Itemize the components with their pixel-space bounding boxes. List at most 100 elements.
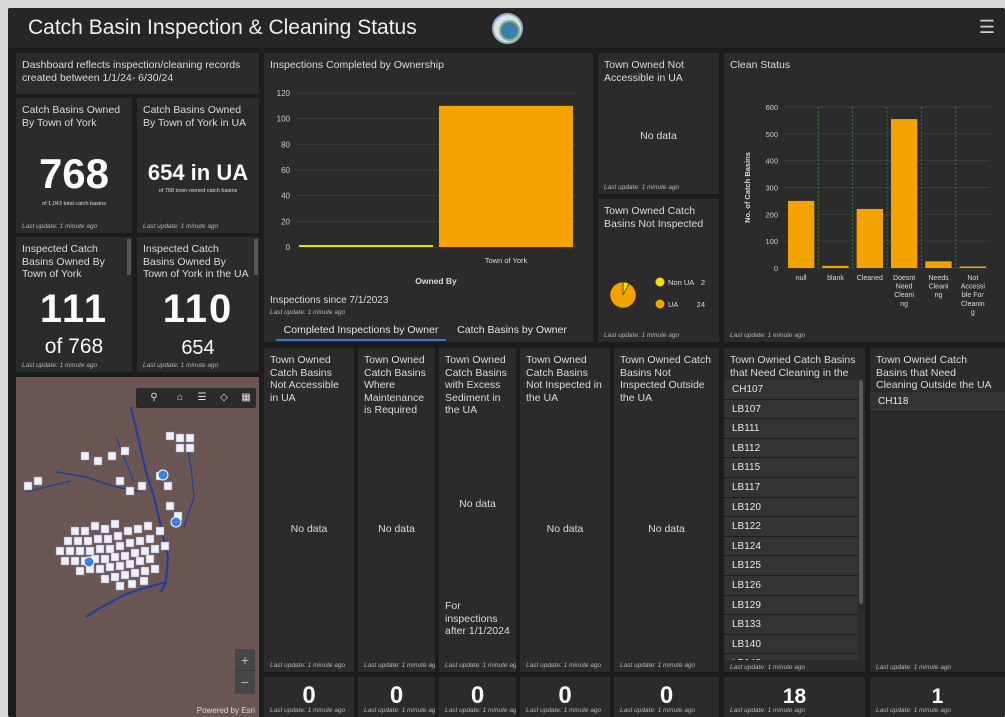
basemap-gallery-icon[interactable]: ▦ — [238, 390, 254, 406]
stat-panel-updated: Last update: 1 minute ago — [620, 662, 696, 669]
page-title: Catch Basin Inspection & Cleaning Status — [28, 16, 417, 39]
list-item[interactable]: LB117 — [724, 477, 858, 498]
list-item[interactable]: LB112 — [724, 438, 858, 459]
legend-value: 24 — [697, 300, 705, 309]
list-item[interactable]: LB140 — [724, 634, 858, 655]
kpi-inspected-ua-value: 110 — [162, 287, 234, 331]
list-item[interactable]: LB115 — [724, 458, 858, 478]
map-view[interactable]: ⚲ ⌂ ☰ ◇ ▦ + − Powered by Esri — [16, 377, 259, 717]
list-item[interactable]: CH118 — [870, 392, 1005, 412]
scrollbar[interactable] — [859, 380, 863, 604]
bar[interactable] — [439, 105, 573, 247]
bar[interactable] — [891, 119, 918, 268]
stat-count-updated: Last update: 1 minute ago — [526, 707, 602, 714]
zoom-out-button[interactable]: − — [235, 671, 255, 693]
zoom-in-button[interactable]: + — [235, 649, 255, 671]
legend-list-icon[interactable]: ☰ — [194, 390, 210, 406]
list-item[interactable]: LB124 — [724, 536, 858, 557]
dashboard: Catch Basin Inspection & Cleaning Status… — [8, 8, 1005, 717]
y-tick-label: 0 — [286, 243, 291, 252]
home-icon[interactable]: ⌂ — [172, 390, 188, 406]
kpi-owned-updated: Last update: 1 minute ago — [22, 223, 98, 230]
list-item[interactable]: LB107 — [724, 399, 858, 420]
stat-panel-title: Town Owned Catch Basins Not Inspected in… — [526, 354, 602, 404]
list-item[interactable]: LB122 — [724, 517, 858, 537]
kpi-inspected-ua-title: Inspected Catch Basins Owned By Town of … — [143, 243, 249, 280]
clean-status-panel: Clean Status 0 100 200 300 400 500 600 No. of C… — [724, 53, 1005, 342]
no-data-text: No data — [648, 523, 685, 535]
y-tick-label: 300 — [765, 184, 778, 193]
stat-count-updated: Last update: 1 minute ago — [364, 707, 435, 714]
bar[interactable] — [925, 261, 952, 268]
list-item[interactable]: LB126 — [724, 575, 858, 596]
kpi-inspected-value: 111 — [39, 287, 109, 331]
y-tick-label: 100 — [277, 115, 291, 124]
tab-completed-inspections[interactable]: Completed Inspections by Owner — [276, 319, 446, 341]
list-item[interactable]: LB133 — [724, 615, 858, 635]
x-tick-label: Doesnt Need Cleani ng — [893, 275, 915, 308]
kpi-inspected-ua-sub: 654 — [181, 337, 215, 359]
search-icon[interactable]: ⚲ — [146, 390, 162, 406]
hamburger-icon[interactable]: ☰ — [979, 17, 995, 38]
x-tick-label: Town of York — [485, 256, 528, 265]
stat-count-updated: Last update: 1 minute ago — [445, 707, 516, 714]
kpi-inspected-sub: of 768 — [44, 335, 104, 358]
stat-count-updated: Last update: 1 minute ago — [620, 707, 696, 714]
bar[interactable] — [856, 208, 883, 268]
bar[interactable] — [299, 245, 433, 247]
list-item[interactable]: LB120 — [724, 497, 858, 518]
not-inspected-pie-updated: Last update: 1 minute ago — [604, 332, 680, 339]
not-accessible-ua-updated: Last update: 1 minute ago — [604, 184, 680, 191]
need-cleaning-outside-title: Town Owned Catch Basins that Need Cleani… — [876, 354, 992, 391]
legend-label: Non UA — [668, 278, 694, 287]
y-tick-label: 600 — [765, 103, 778, 112]
stat-panel: Town Owned Catch Basins with Excess Sedi… — [439, 348, 516, 672]
ownership-bar-chart[interactable]: 0 20 40 60 80 100 120 Town of York Owned By — [264, 75, 593, 295]
kpi-inspected-panel: Inspected Catch Basins Owned By Town of … — [16, 237, 132, 372]
list-item[interactable]: LB129 — [724, 595, 858, 616]
x-axis-label: Owned By — [415, 276, 457, 286]
bar[interactable] — [959, 266, 986, 269]
bar[interactable] — [788, 200, 815, 268]
list-item[interactable]: LB111 — [724, 419, 858, 439]
clean-status-bar-chart[interactable]: 0 100 200 300 400 500 600 No. of Catch Basins nu… — [724, 75, 1005, 330]
no-data-text: No data — [546, 523, 584, 535]
layers-icon[interactable]: ◇ — [216, 390, 232, 406]
esri-attribution[interactable]: Powered by Esri — [197, 706, 255, 715]
stat-count: 0 — [302, 682, 316, 709]
stat-panel-updated: Last update: 1 minute ago — [445, 662, 516, 669]
catch-basin-markers[interactable] — [23, 431, 195, 591]
header-bar: Catch Basin Inspection & Cleaning Status… — [8, 8, 1005, 48]
stat-panel-note: For inspections after 1/1/2024 — [445, 600, 510, 637]
stat-count-panel: 0 Last update: 1 minute ago — [264, 677, 354, 717]
not-accessible-ua-panel: Town Owned Not Accessible in UA No data … — [598, 53, 719, 194]
kpi-owned-title: Catch Basins Owned By Town of York — [22, 104, 121, 129]
zoom-control: + − — [235, 649, 255, 694]
stat-panel: Town Owned Catch Basins Not Accessible i… — [264, 348, 354, 672]
legend-swatch — [655, 277, 665, 287]
map-canvas[interactable] — [16, 377, 259, 717]
stat-panel-note — [264, 594, 276, 600]
need-cleaning-outside-list[interactable]: CH118 — [870, 392, 1005, 412]
list-item[interactable]: CH107 — [724, 380, 858, 400]
not-inspected-pie-chart[interactable]: Non UA 2 UA 24 — [598, 267, 719, 327]
kpi-owned-ua-title: Catch Basins Owned By Town of York in UA — [143, 104, 247, 129]
list-item[interactable]: LB142 — [724, 654, 858, 660]
ownership-chart-footer: Inspections since 7/1/2023 — [270, 295, 389, 306]
pie-slice[interactable] — [609, 281, 637, 309]
scrollbar[interactable] — [127, 239, 131, 275]
bar[interactable] — [822, 265, 849, 268]
stat-panel: Town Owned Catch Basins Not Inspected in… — [520, 348, 610, 672]
tab-catch-basins-by-owner[interactable]: Catch Basins by Owner — [448, 319, 576, 341]
stat-panel-note — [520, 594, 532, 600]
list-item[interactable]: LB125 — [724, 556, 858, 576]
stat-count: 0 — [470, 682, 485, 709]
ownership-chart-title: Inspections Completed by Ownership — [270, 59, 444, 71]
need-cleaning-ua-list[interactable]: CH107 LB107 LB111 LB112 LB115 LB117 LB120 LB122… — [724, 380, 858, 660]
stat-panel-updated: Last update: 1 minute ago — [364, 662, 435, 669]
stat-panel-title: Town Owned Catch Basins Not Accessible i… — [270, 354, 339, 404]
intro-text: Dashboard reflects inspection/cleaning r… — [22, 59, 241, 84]
kpi-owned-ua-updated: Last update: 1 minute ago — [143, 223, 219, 230]
scrollbar[interactable] — [254, 239, 258, 275]
y-tick-label: 40 — [281, 192, 290, 201]
